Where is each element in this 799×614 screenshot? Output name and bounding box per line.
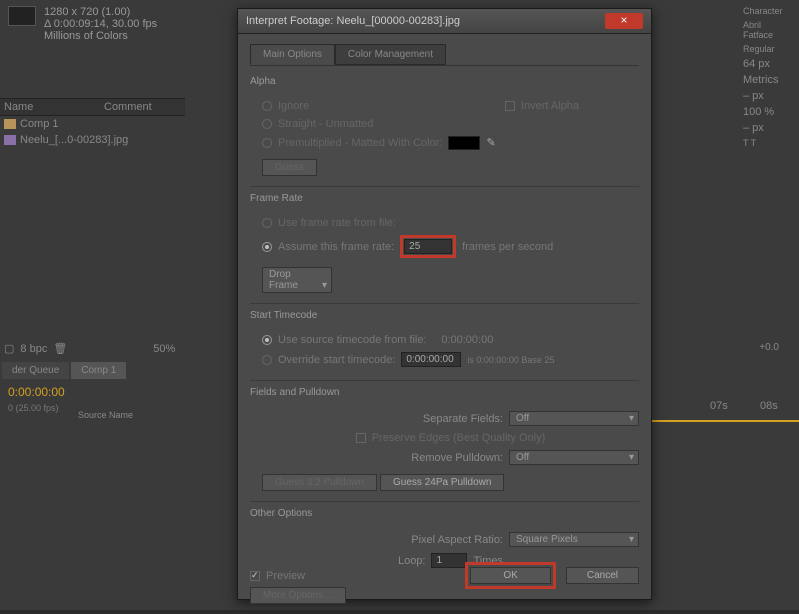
tick: 08s	[760, 400, 778, 412]
par-label: Pixel Aspect Ratio:	[411, 534, 503, 546]
guess-alpha-button: Guess	[262, 159, 317, 176]
exposure[interactable]: +0.0	[759, 342, 779, 353]
tick: 07s	[710, 400, 728, 412]
text-style[interactable]: T T	[741, 136, 795, 150]
bpc-button[interactable]: 8 bpc	[20, 343, 47, 355]
radio-use-file-rate: Use frame rate from file:	[262, 214, 639, 232]
tab-comp1[interactable]: Comp 1	[71, 362, 126, 379]
character-panel: Character Abril Fatface Regular 64 px Me…	[737, 0, 799, 200]
interpret-footage-dialog: Interpret Footage: Neelu_[00000-00283].j…	[237, 8, 652, 600]
comp-icon	[4, 119, 16, 129]
eyedropper-icon: ✎	[486, 136, 500, 150]
project-item-comp[interactable]: Comp 1	[0, 116, 185, 132]
app-background: 1280 x 720 (1.00) Δ 0:00:09:14, 30.00 fp…	[0, 0, 799, 610]
drop-frame-dropdown: Drop Frame	[262, 267, 332, 293]
other-section-title: Other Options	[250, 508, 639, 519]
remove-pulldown-label: Remove Pulldown:	[411, 452, 503, 464]
matte-color-swatch	[448, 136, 480, 150]
radio-ignore: Ignore	[262, 97, 309, 115]
preserve-edges-check	[356, 433, 366, 443]
font-family[interactable]: Abril Fatface	[741, 18, 795, 42]
framerate-section-title: Frame Rate	[250, 193, 639, 204]
footage-thumbnail	[8, 6, 36, 26]
dialog-titlebar[interactable]: Interpret Footage: Neelu_[00000-00283].j…	[238, 9, 651, 34]
more-options-button: More Options…	[250, 587, 346, 604]
panel-title: Character	[741, 4, 795, 18]
radio-assume-rate[interactable]: Assume this frame rate: frames per secon…	[262, 232, 639, 261]
radio-premultiplied: Premultiplied - Matted With Color:✎	[262, 133, 639, 153]
dialog-title-text: Interpret Footage: Neelu_[00000-00283].j…	[246, 15, 460, 27]
footage-info: 1280 x 720 (1.00) Δ 0:00:09:14, 30.00 fp…	[8, 6, 157, 42]
guess-24pa-button[interactable]: Guess 24Pa Pulldown	[380, 474, 504, 491]
separate-fields-dropdown[interactable]: Off	[509, 411, 639, 426]
par-dropdown[interactable]: Square Pixels	[509, 532, 639, 547]
framerate-input[interactable]	[404, 239, 452, 254]
alpha-section-title: Alpha	[250, 76, 639, 87]
font-style[interactable]: Regular	[741, 42, 795, 56]
radio-override-tc[interactable]: Override start timecode: is 0:00:00:00 B…	[262, 349, 639, 370]
preview-checkbox[interactable]: Preview	[250, 567, 305, 585]
close-button[interactable]: ×	[605, 13, 643, 29]
col-comment[interactable]: Comment	[104, 101, 152, 113]
colors-text: Millions of Colors	[44, 30, 157, 42]
project-panel: Name Comment Comp 1 Neelu_[...0-00283].j…	[0, 98, 185, 148]
tab-color-management[interactable]: Color Management	[335, 44, 446, 65]
comp-name: Comp 1	[20, 118, 59, 130]
radio-use-source-tc[interactable]: Use source timecode from file: 0:00:00:0…	[262, 331, 639, 349]
scale[interactable]: 100 %	[743, 106, 774, 118]
cancel-button[interactable]: Cancel	[566, 567, 639, 584]
footage-icon	[4, 135, 16, 145]
folder-button[interactable]: ▢	[4, 342, 14, 355]
radio-straight: Straight - Unmatted	[262, 115, 639, 133]
baseline[interactable]: – px	[743, 122, 764, 134]
check-invert-alpha: Invert Alpha	[505, 97, 579, 115]
separate-fields-label: Separate Fields:	[423, 413, 503, 425]
res-text: 1280 x 720 (1.00)	[44, 6, 157, 18]
zoom-value[interactable]: 50%	[153, 343, 175, 355]
project-item-footage[interactable]: Neelu_[...0-00283].jpg	[0, 132, 185, 148]
kerning[interactable]: Metrics	[743, 74, 778, 86]
override-tc-input[interactable]	[401, 352, 461, 367]
tab-main-options[interactable]: Main Options	[250, 44, 335, 65]
font-size[interactable]: 64 px	[743, 58, 770, 70]
remove-pulldown-dropdown[interactable]: Off	[509, 450, 639, 465]
leading[interactable]: – px	[743, 90, 764, 102]
start-timecode-title: Start Timecode	[250, 310, 639, 321]
framerate-highlight	[400, 235, 456, 258]
fields-section-title: Fields and Pulldown	[250, 387, 639, 398]
footage-name: Neelu_[...0-00283].jpg	[20, 134, 128, 146]
tab-render-queue[interactable]: der Queue	[2, 362, 69, 379]
dur-text: Δ 0:00:09:14, 30.00 fps	[44, 18, 157, 30]
trash-icon[interactable]: 🗑	[53, 342, 67, 355]
col-name[interactable]: Name	[4, 101, 104, 113]
source-name-header: Source Name	[78, 410, 133, 420]
guess-32-button: Guess 3:2 Pulldown	[262, 474, 377, 491]
ok-button[interactable]: OK	[470, 567, 550, 584]
ok-highlight: OK	[465, 562, 555, 589]
